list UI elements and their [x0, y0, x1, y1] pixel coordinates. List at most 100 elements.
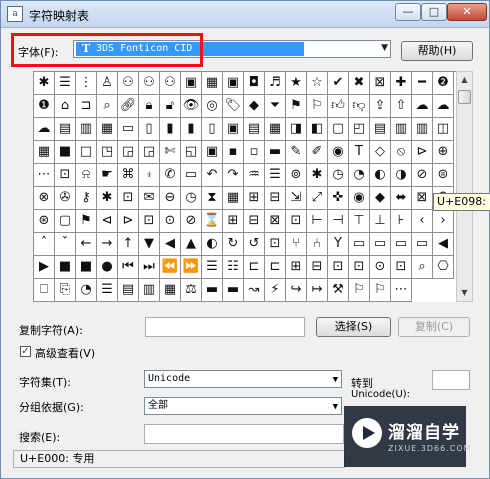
glyph-cell[interactable]: ⊣	[328, 210, 349, 233]
glyph-cell[interactable]: ⇧	[391, 95, 412, 118]
glyph-cell[interactable]: ⧗	[202, 187, 223, 210]
glyph-cell[interactable]: ⑃	[307, 233, 328, 256]
glyph-cell[interactable]: ⏪	[160, 256, 181, 279]
glyph-cell[interactable]: ⚇	[160, 72, 181, 95]
glyph-cell[interactable]: ▥	[412, 118, 433, 141]
font-dropdown[interactable]: T 3DS Fonticon CID ▼	[73, 40, 391, 58]
glyph-cell[interactable]: T	[349, 141, 370, 164]
glyph-cell[interactable]: ▭	[412, 233, 433, 256]
character-grid[interactable]: ✱ ☰ ⋮ ♙ ⚇ ⚇ ⚇ ▣ ▦ ▣ ◘ ♬ ★ ☆ ✔ ✖ ⊠ ✚ ━ ❷ ❶ ⌂ ⊐ ⌕ 🔗︎ 🔒︎ 🔓︎ 👁︎ ◎ 🏷︎ ◆ ⏷ ⚑ ⚐ 👍…	[33, 71, 456, 302]
scroll-down-icon[interactable]: ▼	[457, 285, 472, 301]
glyph-cell[interactable]: ◀	[433, 233, 454, 256]
glyph-cell[interactable]: ⊐	[76, 95, 97, 118]
glyph-cell[interactable]: ☰	[202, 256, 223, 279]
glyph-cell[interactable]: ↻	[223, 233, 244, 256]
glyph-cell[interactable]: ↷	[223, 164, 244, 187]
glyph-cell[interactable]: ⚐	[370, 279, 391, 302]
glyph-cell[interactable]: ⍖	[139, 164, 160, 187]
glyph-cell[interactable]: ◳	[97, 141, 118, 164]
glyph-cell[interactable]: ◆	[370, 187, 391, 210]
glyph-cell[interactable]: ☷	[223, 256, 244, 279]
glyph-cell[interactable]: ◆	[244, 95, 265, 118]
glyph-cell[interactable]: ⊠	[265, 210, 286, 233]
glyph-cell[interactable]: ✉	[139, 187, 160, 210]
glyph-cell[interactable]: 🔒︎	[139, 95, 160, 118]
unicode-goto-input[interactable]	[432, 370, 470, 390]
glyph-cell[interactable]: ⊘	[181, 210, 202, 233]
glyph-cell[interactable]: ▦	[97, 118, 118, 141]
scroll-up-icon[interactable]: ▲	[457, 72, 472, 88]
glyph-cell[interactable]: ⊡	[265, 233, 286, 256]
glyph-cell[interactable]: ⊞	[286, 256, 307, 279]
glyph-cell[interactable]: ◫	[433, 118, 454, 141]
glyph-cell[interactable]: ⎕	[34, 279, 55, 302]
glyph-cell[interactable]: ˆ	[34, 233, 55, 256]
glyph-cell[interactable]: 🔓︎	[160, 95, 181, 118]
glyph-cell[interactable]: ❶	[34, 95, 55, 118]
glyph-cell[interactable]: ▫	[244, 141, 265, 164]
glyph-cell[interactable]: ◐	[370, 164, 391, 187]
glyph-cell[interactable]: ⌛	[202, 210, 223, 233]
glyph-cell[interactable]: ⋮	[76, 72, 97, 95]
glyph-cell[interactable]: ☆	[307, 72, 328, 95]
maximize-button[interactable]: □	[421, 3, 447, 21]
glyph-cell[interactable]: ›	[433, 210, 454, 233]
glyph-cell[interactable]: ✔	[328, 72, 349, 95]
glyph-cell[interactable]: ⊟	[265, 187, 286, 210]
glyph-cell[interactable]: ━	[412, 72, 433, 95]
glyph-cell[interactable]: ⊟	[307, 256, 328, 279]
glyph-cell[interactable]: ⌘	[118, 164, 139, 187]
glyph-cell[interactable]: ▦	[265, 118, 286, 141]
glyph-cell[interactable]: ⊚	[286, 164, 307, 187]
glyph-cell[interactable]: 🏷︎	[223, 95, 244, 118]
glyph-cell[interactable]: ♬	[265, 72, 286, 95]
glyph-cell[interactable]: ●	[97, 256, 118, 279]
glyph-cell[interactable]: ↦	[307, 279, 328, 302]
glyph-cell[interactable]: ▦	[160, 279, 181, 302]
glyph-cell[interactable]: ◐	[202, 233, 223, 256]
glyph-cell[interactable]: ■	[55, 141, 76, 164]
glyph-cell[interactable]: ◲	[139, 141, 160, 164]
glyph-cell[interactable]: ▬	[202, 279, 223, 302]
copy-button[interactable]: 复制(C)	[398, 317, 470, 337]
glyph-cell[interactable]: ◇	[370, 141, 391, 164]
glyph-cell[interactable]: ⊡	[391, 256, 412, 279]
glyph-cell[interactable]: ▤	[244, 118, 265, 141]
glyph-cell[interactable]: ⊡	[328, 256, 349, 279]
glyph-cell[interactable]: ⌂	[55, 95, 76, 118]
glyph-cell[interactable]: ⚇	[118, 72, 139, 95]
glyph-cell[interactable]: ▦	[202, 72, 223, 95]
glyph-cell[interactable]: ◲	[118, 141, 139, 164]
glyph-cell[interactable]: ⊟	[244, 210, 265, 233]
glyph-cell[interactable]: ⚐	[307, 95, 328, 118]
glyph-cell[interactable]: ▭	[181, 164, 202, 187]
glyph-cell[interactable]: ✎	[286, 141, 307, 164]
glyph-cell[interactable]: ▲	[181, 233, 202, 256]
glyph-cell[interactable]: ◉	[328, 141, 349, 164]
glyph-cell[interactable]: ◰	[349, 118, 370, 141]
glyph-cell[interactable]: ✄	[160, 141, 181, 164]
glyph-cell[interactable]: ▣	[223, 72, 244, 95]
glyph-cell[interactable]: ◷	[181, 187, 202, 210]
glyph-cell[interactable]: ⏷	[265, 95, 286, 118]
glyph-cell[interactable]: ⚇	[139, 72, 160, 95]
charset-dropdown[interactable]: Unicode ▼	[144, 370, 342, 388]
glyph-cell[interactable]: ☁	[412, 95, 433, 118]
glyph-cell[interactable]: ▣	[202, 141, 223, 164]
glyph-cell[interactable]: ■	[55, 256, 76, 279]
glyph-cell[interactable]: ⎘	[55, 279, 76, 302]
glyph-cell[interactable]: ←	[76, 233, 97, 256]
glyph-cell[interactable]: ⊞	[244, 187, 265, 210]
glyph-cell[interactable]: ⊠	[370, 72, 391, 95]
glyph-cell[interactable]: ▢	[328, 118, 349, 141]
glyph-cell[interactable]: ⊳	[118, 210, 139, 233]
glyph-cell[interactable]: ◉	[349, 187, 370, 210]
glyph-cell[interactable]: ▬	[223, 279, 244, 302]
glyph-cell[interactable]: ⊗	[34, 187, 55, 210]
glyph-cell[interactable]: ⚷	[76, 187, 97, 210]
glyph-cell[interactable]: ▣	[223, 118, 244, 141]
glyph-cell[interactable]: ▥	[139, 279, 160, 302]
glyph-cell[interactable]: ♒	[244, 164, 265, 187]
glyph-cell[interactable]: ⊡	[55, 164, 76, 187]
glyph-cell[interactable]: ↝	[244, 279, 265, 302]
